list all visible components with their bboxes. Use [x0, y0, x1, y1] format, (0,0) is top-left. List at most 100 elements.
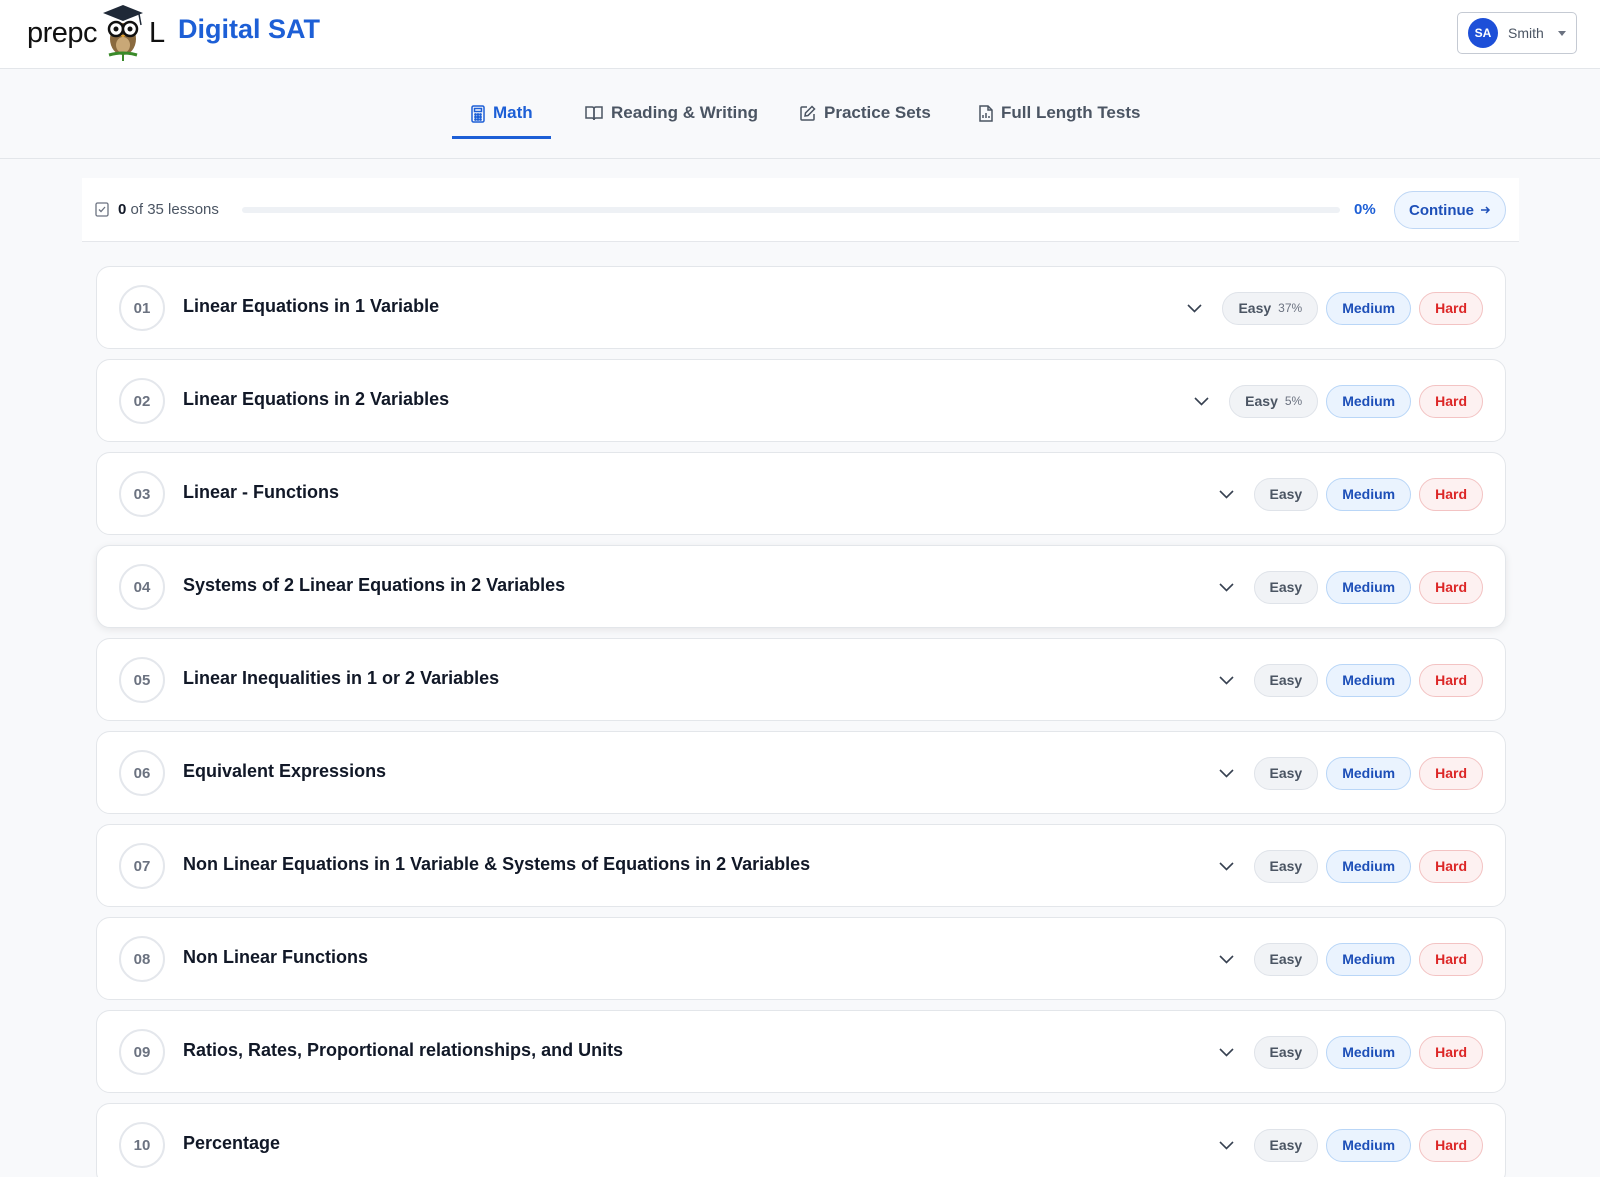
easy-badge[interactable]: Easy	[1253, 477, 1319, 511]
hard-label: Hard	[1435, 951, 1467, 967]
hard-badge[interactable]: Hard	[1419, 849, 1483, 883]
easy-badge[interactable]: Easy	[1253, 663, 1319, 697]
easy-label: Easy	[1269, 672, 1303, 688]
lesson-number: 08	[119, 936, 165, 982]
hard-badge[interactable]: Hard	[1419, 384, 1483, 418]
lesson-title: Linear Equations in 1 Variable	[183, 296, 440, 316]
medium-label: Medium	[1342, 393, 1396, 409]
easy-progress: 5%	[1284, 394, 1303, 408]
lesson-row[interactable]: 10 Percentage Easy Medium Hard	[96, 1103, 1506, 1177]
chevron-down-icon[interactable]	[1218, 675, 1234, 685]
progress-percent: 0%	[1354, 201, 1376, 218]
easy-label: Easy	[1269, 765, 1303, 781]
tab-practice-sets[interactable]: Practice Sets	[800, 99, 931, 143]
hard-badge[interactable]: Hard	[1419, 1128, 1483, 1162]
chevron-down-icon[interactable]	[1218, 582, 1234, 592]
easy-badge[interactable]: Easy 5%	[1229, 384, 1319, 418]
tab-full-length-tests-label: Full Length Tests	[1001, 103, 1141, 122]
hard-badge[interactable]: Hard	[1419, 570, 1483, 604]
lesson-row[interactable]: 03 Linear - Functions Easy Medium Hard	[96, 452, 1506, 535]
difficulty-badges: Easy Medium Hard	[1218, 756, 1483, 790]
medium-badge[interactable]: Medium	[1326, 849, 1412, 883]
easy-label: Easy	[1269, 858, 1303, 874]
medium-label: Medium	[1342, 300, 1396, 316]
easy-badge[interactable]: Easy	[1253, 1035, 1319, 1069]
arrow-right-icon	[1481, 206, 1491, 214]
document-chart-icon	[979, 105, 993, 122]
lesson-row[interactable]: 08 Non Linear Functions Easy Medium Hard	[96, 917, 1506, 1000]
tab-full-length-tests[interactable]: Full Length Tests	[979, 99, 1140, 143]
lesson-row[interactable]: 07 Non Linear Equations in 1 Variable & …	[96, 824, 1506, 907]
lesson-title: Systems of 2 Linear Equations in 2 Varia…	[183, 575, 566, 595]
medium-label: Medium	[1342, 1137, 1396, 1153]
hard-label: Hard	[1435, 300, 1467, 316]
easy-label: Easy	[1269, 486, 1303, 502]
medium-badge[interactable]: Medium	[1326, 477, 1412, 511]
app-title: Digital SAT	[178, 14, 321, 44]
medium-label: Medium	[1342, 765, 1396, 781]
lesson-row[interactable]: 05 Linear Inequalities in 1 or 2 Variabl…	[96, 638, 1506, 721]
prepcool-logo[interactable]: prepc L	[27, 4, 165, 62]
tab-practice-sets-label: Practice Sets	[824, 103, 931, 122]
medium-badge[interactable]: Medium	[1326, 1035, 1412, 1069]
checklist-icon	[95, 202, 109, 217]
chevron-down-icon[interactable]	[1218, 861, 1234, 871]
difficulty-badges: Easy Medium Hard	[1218, 1035, 1483, 1069]
lesson-title: Ratios, Rates, Proportional relationship…	[183, 1040, 624, 1060]
hard-badge[interactable]: Hard	[1419, 1035, 1483, 1069]
chevron-down-icon[interactable]	[1194, 396, 1209, 406]
hard-badge[interactable]: Hard	[1419, 756, 1483, 790]
easy-badge[interactable]: Easy	[1253, 849, 1319, 883]
lesson-row[interactable]: 06 Equivalent Expressions Easy Medium Ha…	[96, 731, 1506, 814]
tab-reading-writing[interactable]: Reading & Writing	[585, 99, 758, 143]
easy-badge[interactable]: Easy	[1253, 1128, 1319, 1162]
chevron-down-icon[interactable]	[1187, 303, 1203, 313]
hard-label: Hard	[1435, 858, 1467, 874]
chevron-down-icon[interactable]	[1218, 954, 1234, 964]
medium-badge[interactable]: Medium	[1326, 942, 1412, 976]
lesson-title: Linear - Functions	[183, 482, 340, 502]
hard-label: Hard	[1435, 1044, 1467, 1060]
medium-badge[interactable]: Medium	[1326, 663, 1412, 697]
top-header: prepc L Digital SAT SA Smith	[0, 0, 1600, 69]
chevron-down-icon[interactable]	[1218, 489, 1234, 499]
easy-badge[interactable]: Easy	[1253, 942, 1319, 976]
medium-label: Medium	[1342, 672, 1396, 688]
lesson-title: Linear Inequalities in 1 or 2 Variables	[183, 668, 500, 688]
logo-text-left: prepc	[27, 16, 98, 49]
easy-label: Easy	[1269, 1137, 1303, 1153]
medium-badge[interactable]: Medium	[1326, 756, 1412, 790]
easy-badge[interactable]: Easy 37%	[1222, 291, 1319, 325]
difficulty-badges: Easy Medium Hard	[1218, 663, 1483, 697]
chevron-down-icon[interactable]	[1218, 1140, 1234, 1150]
hard-label: Hard	[1435, 579, 1467, 595]
user-menu-button[interactable]: SA Smith	[1457, 12, 1577, 54]
hard-badge[interactable]: Hard	[1419, 942, 1483, 976]
easy-badge[interactable]: Easy	[1253, 570, 1319, 604]
hard-badge[interactable]: Hard	[1419, 663, 1483, 697]
medium-badge[interactable]: Medium	[1326, 570, 1412, 604]
lesson-row[interactable]: 04 Systems of 2 Linear Equations in 2 Va…	[96, 545, 1506, 628]
difficulty-badges: Easy 5% Medium Hard	[1194, 384, 1483, 418]
hard-label: Hard	[1435, 486, 1467, 502]
medium-badge[interactable]: Medium	[1326, 291, 1412, 325]
caret-down-icon	[1558, 31, 1566, 36]
easy-badge[interactable]: Easy	[1253, 756, 1319, 790]
logo-text-right: L	[149, 16, 165, 49]
lesson-row[interactable]: 01 Linear Equations in 1 Variable Easy 37…	[96, 266, 1506, 349]
chevron-down-icon[interactable]	[1218, 768, 1234, 778]
medium-badge[interactable]: Medium	[1326, 384, 1412, 418]
medium-label: Medium	[1342, 858, 1396, 874]
chevron-down-icon[interactable]	[1218, 1047, 1234, 1057]
tab-math-label: Math	[493, 103, 533, 122]
lesson-row[interactable]: 09 Ratios, Rates, Proportional relations…	[96, 1010, 1506, 1093]
lesson-number: 10	[119, 1122, 165, 1168]
lesson-title: Non Linear Equations in 1 Variable & Sys…	[183, 854, 811, 874]
hard-badge[interactable]: Hard	[1419, 477, 1483, 511]
medium-badge[interactable]: Medium	[1326, 1128, 1412, 1162]
lesson-title: Percentage	[183, 1133, 281, 1153]
hard-badge[interactable]: Hard	[1419, 291, 1483, 325]
continue-button[interactable]: Continue	[1394, 191, 1506, 229]
lesson-number: 09	[119, 1029, 165, 1075]
lesson-row[interactable]: 02 Linear Equations in 2 Variables Easy 5…	[96, 359, 1506, 442]
